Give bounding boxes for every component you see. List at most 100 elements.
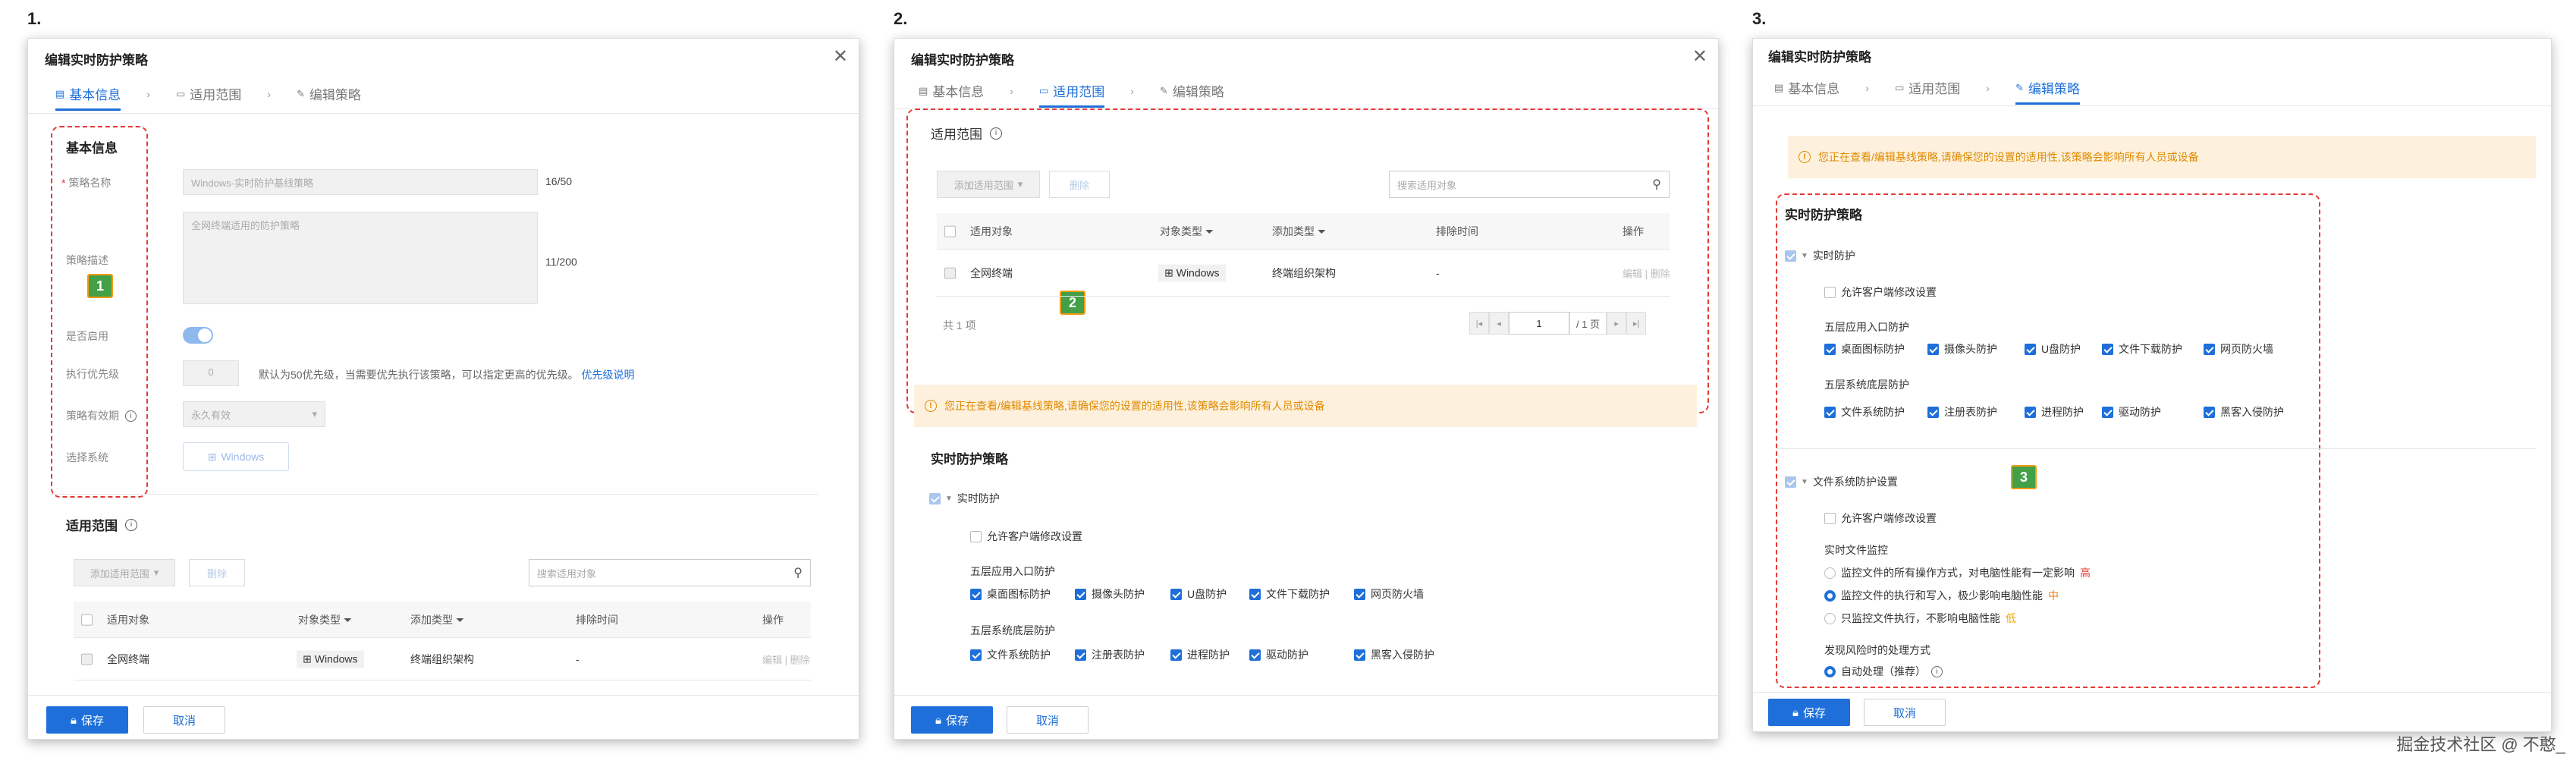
select-all-checkbox[interactable] [81,614,93,626]
realtime-group[interactable]: ▼ 实时防护 [1785,248,1855,263]
delete-button[interactable]: 删除 [1049,171,1110,198]
base-item[interactable]: 文件系统防护 [1824,404,1905,420]
entry-item[interactable]: 摄像头防护 [1927,341,1997,357]
checkbox[interactable] [1354,649,1365,661]
caret-down-icon[interactable]: ▼ [1801,478,1808,486]
base-item[interactable]: 文件系统防护 [970,647,1051,662]
checkbox[interactable] [1249,588,1261,600]
filter-icon[interactable]: ⏷ [456,614,464,626]
filter-icon[interactable]: ⏷ [1205,225,1214,237]
tab-basic-info[interactable]: ▤ 基本信息 [55,84,121,111]
info-icon[interactable]: i [1931,665,1943,677]
checkbox[interactable] [1249,649,1261,661]
select-all-checkbox[interactable] [944,225,956,237]
checkbox[interactable] [2204,343,2215,355]
realtime-group[interactable]: ▼ 实时防护 [929,491,1000,506]
tab-edit-policy[interactable]: ✎ 编辑策略 [2015,78,2080,105]
checkbox[interactable] [1075,588,1086,600]
info-icon[interactable]: i [125,410,137,422]
checkbox[interactable] [1170,649,1182,661]
entry-item[interactable]: 网页防火墙 [1354,586,1424,602]
radio[interactable] [1824,612,1836,624]
checkbox[interactable] [1824,286,1836,298]
search-icon[interactable]: ⚲ [793,565,803,580]
fs-allow-client-option[interactable]: 允许客户端修改设置 [1824,511,1937,526]
col-add-type[interactable]: 添加类型 ⏷ [1272,224,1326,239]
cancel-button[interactable]: 取消 [1864,699,1946,726]
add-scope-dropdown[interactable]: 添加适用范围 ▾ [74,559,175,586]
tab-edit-policy[interactable]: ✎ 编辑策略 [297,84,361,111]
entry-item[interactable]: 文件下载防护 [2102,341,2182,357]
next-page-icon[interactable]: ▸ [1607,312,1627,335]
tab-scope[interactable]: ▭ 适用范围 [1895,78,1960,105]
base-item[interactable]: 进程防护 [2025,404,2084,420]
fs-group[interactable]: ▼ 文件系统防护设置 [1785,474,1898,489]
tab-scope[interactable]: ▭ 适用范围 [176,84,241,111]
validity-select[interactable]: 永久有效 ▾ [183,401,325,427]
entry-item[interactable]: 文件下载防护 [1249,586,1330,602]
entry-item[interactable]: 摄像头防护 [1075,586,1145,602]
save-button[interactable]: 🔒︎ 保存 [1768,699,1850,726]
base-item[interactable]: 驱动防护 [2102,404,2161,420]
radio[interactable] [1824,665,1836,677]
info-icon[interactable]: i [990,127,1002,140]
allow-client-option[interactable]: 允许客户端修改设置 [970,529,1082,544]
checkbox[interactable] [1927,343,1939,355]
delete-link[interactable]: 删除 [790,654,810,665]
allow-client-option[interactable]: 允许客户端修改设置 [1824,284,1937,300]
radio[interactable] [1824,589,1836,602]
row-checkbox[interactable] [944,267,956,279]
base-item[interactable]: 黑客入侵防护 [2204,404,2284,420]
col-add-type[interactable]: 添加类型 ⏷ [410,612,464,627]
checkbox[interactable] [2102,343,2113,355]
checkbox[interactable] [1824,343,1836,355]
checkbox[interactable] [2204,406,2215,418]
page-input[interactable]: 1 [1509,312,1569,335]
entry-item[interactable]: 网页防火墙 [2204,341,2273,357]
tab-edit-policy[interactable]: ✎ 编辑策略 [1160,81,1224,108]
base-item[interactable]: 黑客入侵防护 [1354,647,1434,662]
close-icon[interactable]: ✕ [833,48,848,66]
caret-down-icon[interactable]: ▼ [945,495,953,503]
info-icon[interactable]: i [125,518,137,531]
close-icon[interactable]: ✕ [1692,48,1707,66]
tab-basic-info[interactable]: ▤ 基本信息 [919,81,984,108]
group-checkbox[interactable] [1785,250,1796,262]
checkbox[interactable] [1075,649,1086,661]
monitor-option-low[interactable]: 只监控文件执行，不影响电脑性能低 [1824,611,2016,626]
row-checkbox[interactable] [81,653,93,665]
checkbox[interactable] [1927,406,1939,418]
checkbox[interactable] [1170,588,1182,600]
group-checkbox[interactable] [929,492,941,504]
checkbox[interactable] [1824,406,1836,418]
checkbox[interactable] [2102,406,2113,418]
edit-link[interactable]: 编辑 [1623,268,1642,279]
priority-input[interactable]: 0 [183,360,239,386]
cancel-button[interactable]: 取消 [143,706,225,734]
edit-link[interactable]: 编辑 [762,654,782,665]
tab-scope[interactable]: ▭ 适用范围 [1038,81,1105,108]
filter-icon[interactable]: ⏷ [1318,225,1326,237]
first-page-icon[interactable]: |◂ [1469,312,1489,335]
search-input[interactable]: 搜索适用对象 ⚲ [1389,171,1670,198]
delete-link[interactable]: 删除 [1651,268,1670,279]
checkbox[interactable] [970,530,982,542]
group-checkbox[interactable] [1785,476,1796,488]
policy-name-input[interactable]: Windows-实时防护基线策略 [183,169,538,195]
base-item[interactable]: 注册表防护 [1075,647,1145,662]
os-chip-windows[interactable]: ⊞ Windows [183,442,289,471]
priority-help-link[interactable]: 优先级说明 [581,369,634,381]
enable-toggle[interactable] [183,327,213,344]
delete-button[interactable]: 删除 [189,559,245,586]
save-button[interactable]: 🔒︎ 保存 [46,706,128,734]
checkbox[interactable] [2025,406,2036,418]
checkbox[interactable] [2025,343,2036,355]
caret-down-icon[interactable]: ▼ [1801,252,1808,260]
search-icon[interactable]: ⚲ [1652,177,1661,192]
base-item[interactable]: 注册表防护 [1927,404,1997,420]
base-item[interactable]: 进程防护 [1170,647,1230,662]
last-page-icon[interactable]: ▸| [1626,312,1647,335]
monitor-option-high[interactable]: 监控文件的所有操作方式，对电脑性能有一定影响高 [1824,565,2091,580]
add-scope-dropdown[interactable]: 添加适用范围 ▾ [937,171,1040,198]
entry-item[interactable]: U盘防护 [1170,586,1227,602]
